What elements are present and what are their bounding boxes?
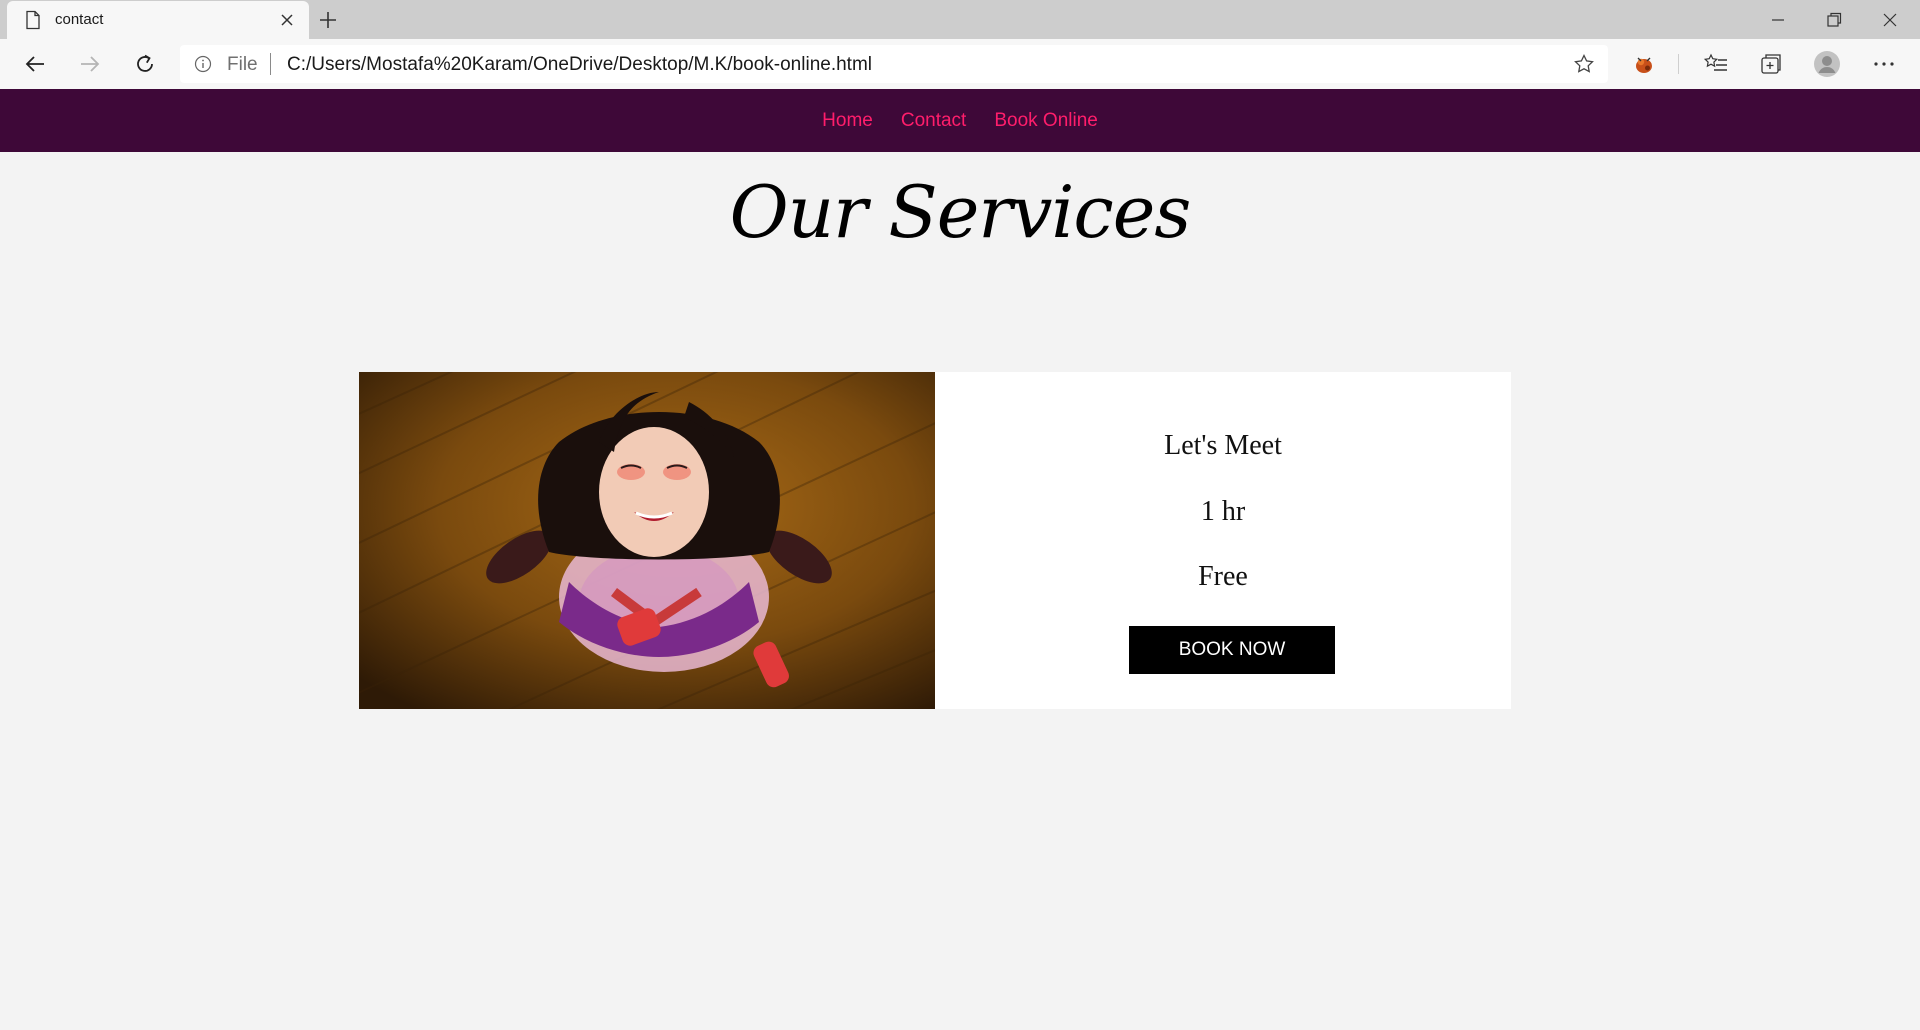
new-tab-icon[interactable] xyxy=(316,8,340,32)
nav-link-home[interactable]: Home xyxy=(822,110,873,132)
more-options-icon[interactable] xyxy=(1870,50,1898,78)
minimize-icon xyxy=(1772,19,1784,21)
browser-tab-bar: contact xyxy=(0,0,1920,39)
tab-title: contact xyxy=(55,11,104,28)
service-duration: 1 hr xyxy=(1200,496,1246,527)
book-now-button[interactable]: BOOK NOW xyxy=(1129,626,1335,674)
forward-arrow-icon[interactable] xyxy=(75,49,105,79)
restore-icon xyxy=(1827,12,1842,27)
browser-toolbar: File C:/Users/Mostafa%20Karam/OneDrive/D… xyxy=(0,39,1920,90)
nav-link-book-online[interactable]: Book Online xyxy=(994,110,1098,132)
woman-on-floor-image xyxy=(359,372,935,709)
page-title: Our Services xyxy=(729,170,1192,254)
browser-tab[interactable]: contact xyxy=(7,1,309,39)
close-icon xyxy=(1883,13,1897,27)
address-divider xyxy=(270,53,271,75)
restore-button[interactable] xyxy=(1806,0,1862,39)
toolbar-divider xyxy=(1678,54,1679,74)
collections-icon[interactable] xyxy=(1757,50,1785,78)
page-icon xyxy=(26,10,40,30)
profile-avatar-icon[interactable] xyxy=(1813,50,1841,78)
close-tab-icon[interactable] xyxy=(277,10,297,30)
service-card: Let's Meet 1 hr Free BOOK NOW xyxy=(359,372,1511,709)
window-close-button[interactable] xyxy=(1862,0,1918,39)
service-photo xyxy=(359,372,935,709)
favorite-star-icon[interactable] xyxy=(1573,53,1595,75)
service-name: Let's Meet xyxy=(1164,430,1282,461)
favorites-list-icon[interactable] xyxy=(1702,50,1730,78)
address-bar[interactable]: File C:/Users/Mostafa%20Karam/OneDrive/D… xyxy=(180,45,1608,83)
nav-link-contact[interactable]: Contact xyxy=(901,110,966,132)
url-text[interactable]: C:/Users/Mostafa%20Karam/OneDrive/Deskto… xyxy=(287,54,872,76)
refresh-icon[interactable] xyxy=(130,49,160,79)
address-scheme: File xyxy=(227,54,258,75)
extension-icon[interactable] xyxy=(1630,50,1658,78)
service-details: Let's Meet 1 hr Free BOOK NOW xyxy=(935,372,1511,709)
back-arrow-icon[interactable] xyxy=(20,49,50,79)
site-navigation: Home Contact Book Online xyxy=(0,89,1920,152)
minimize-button[interactable] xyxy=(1750,0,1806,39)
service-price: Free xyxy=(1198,561,1248,592)
info-icon[interactable] xyxy=(194,55,212,73)
